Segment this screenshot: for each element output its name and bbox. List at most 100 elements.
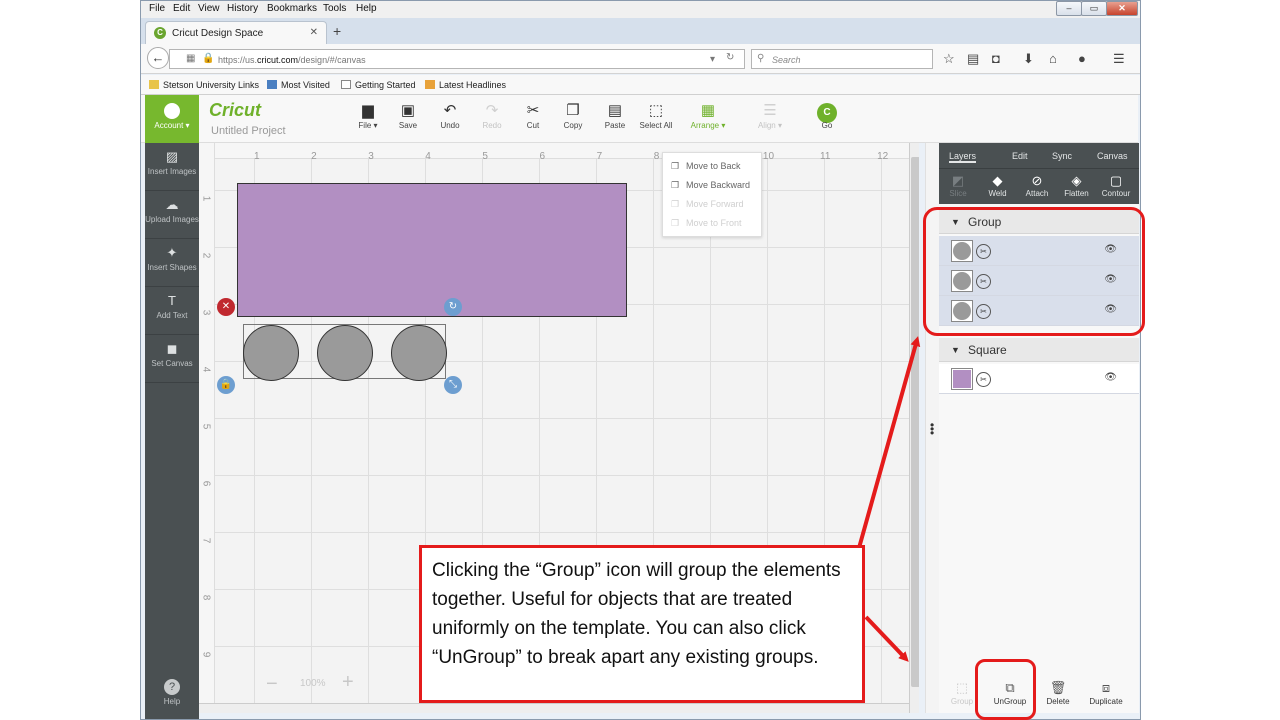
sidebar-item-insert-shapes[interactable]: ✦ Insert Shapes: [145, 239, 199, 287]
circle-shape[interactable]: [317, 325, 373, 381]
home-icon[interactable]: ⌂: [1049, 51, 1057, 66]
redo-button[interactable]: ↷ Redo: [470, 101, 514, 130]
new-tab-icon[interactable]: +: [333, 23, 341, 39]
horizontal-scrollbar[interactable]: [199, 703, 909, 713]
reload-icon[interactable]: ↻: [726, 52, 734, 63]
cut-button[interactable]: ✂ Cut: [511, 101, 555, 130]
image-icon: ▨: [165, 149, 179, 164]
bookmark-item[interactable]: Getting Started: [341, 80, 416, 90]
layer-row[interactable]: ✂ 👁: [939, 364, 1139, 394]
account-button[interactable]: Account ▾: [145, 95, 199, 143]
zoom-out-button[interactable]: −: [266, 673, 278, 696]
sidebar-item-set-canvas[interactable]: ◼ Set Canvas: [145, 335, 199, 383]
toolbar-label: Paste: [604, 121, 626, 130]
bookmark-star-icon[interactable]: ☆: [943, 51, 955, 67]
purple-rectangle-shape[interactable]: [237, 183, 627, 317]
weld-button[interactable]: ◆ Weld: [981, 173, 1015, 198]
weld-icon: ◆: [992, 173, 1003, 188]
bookmark-item[interactable]: Latest Headlines: [425, 80, 506, 90]
tab-edit[interactable]: Edit: [1012, 151, 1028, 161]
menu-file[interactable]: File: [149, 3, 165, 14]
menu-edit[interactable]: Edit: [173, 3, 190, 14]
dropdown-arrow-icon[interactable]: ▾: [710, 54, 715, 65]
scroll-thumb[interactable]: [911, 157, 919, 687]
arrange-button[interactable]: ▦ Arrange ▾: [686, 101, 730, 130]
slice-button[interactable]: ◩ Slice: [941, 173, 975, 198]
menu-help[interactable]: Help: [356, 3, 377, 14]
close-window-button[interactable]: ✕: [1106, 1, 1138, 16]
app-header: Account ▾ Cricut Untitled Project ▆ File …: [141, 95, 1138, 143]
go-button[interactable]: C Go: [805, 101, 849, 130]
layer-order-icon: ❐: [671, 218, 680, 228]
project-title: Untitled Project: [211, 125, 286, 137]
ruler-number: 10: [762, 151, 775, 162]
copy-button[interactable]: ❐ Copy: [551, 101, 595, 130]
layer-group-header[interactable]: ▼ Square: [939, 338, 1139, 362]
sidebar-item-insert-images[interactable]: ▨ Insert Images: [145, 143, 199, 191]
bookmark-item[interactable]: Stetson University Links: [149, 80, 259, 90]
url-bar[interactable]: ▦ 🔒 https://us.cricut.com/design/#/canva…: [169, 49, 745, 69]
save-button[interactable]: ▣ Save: [386, 101, 430, 130]
resize-handle-icon[interactable]: ⤡: [444, 376, 462, 394]
delete-handle-icon[interactable]: ✕: [217, 298, 235, 316]
align-button[interactable]: ☰ Align ▾: [748, 101, 792, 130]
group-highlight-box: [923, 207, 1145, 336]
sidebar-item-upload-images[interactable]: ☁ Upload Images: [145, 191, 199, 239]
zoom-in-button[interactable]: +: [342, 671, 354, 694]
undo-button[interactable]: ↶ Undo: [428, 101, 472, 130]
select-all-button[interactable]: ⬚ Select All: [634, 101, 678, 130]
eye-icon[interactable]: 👁: [1104, 372, 1117, 383]
paste-button[interactable]: ▤ Paste: [593, 101, 637, 130]
back-button[interactable]: ←: [147, 47, 169, 69]
toolbar-label: Redo: [482, 121, 502, 130]
tab-sync[interactable]: Sync: [1052, 151, 1072, 161]
drag-handle-icon[interactable]: • • •: [930, 419, 934, 439]
bookmark-item[interactable]: Most Visited: [267, 80, 330, 90]
close-tab-icon[interactable]: ✕: [310, 27, 318, 38]
menu-item-move-backward[interactable]: ❐ Move Backward: [671, 180, 750, 191]
ruler-number: 2: [311, 151, 317, 162]
menu-item-move-forward[interactable]: ❐ Move Forward: [671, 199, 744, 210]
minimize-button[interactable]: ‒: [1056, 1, 1082, 16]
sidebar-item-add-text[interactable]: T Add Text: [145, 287, 199, 335]
tab-canvas[interactable]: Canvas: [1097, 151, 1128, 161]
lock-handle-icon[interactable]: 🔒: [217, 376, 235, 394]
menu-history[interactable]: History: [227, 3, 258, 14]
help-button[interactable]: ? Help: [145, 673, 199, 719]
sidebar-item-label: Insert Images: [147, 167, 197, 176]
reading-list-icon[interactable]: ▤: [967, 51, 979, 67]
collapse-arrow-icon[interactable]: ▼: [951, 345, 960, 355]
pocket-icon[interactable]: ◘: [992, 51, 1000, 66]
sidebar-item-label: Insert Shapes: [147, 263, 197, 272]
search-input[interactable]: ⚲ Search: [751, 49, 933, 69]
maximize-button[interactable]: ▭: [1081, 1, 1107, 16]
shapes-icon: ✦: [166, 245, 178, 260]
duplicate-button[interactable]: ⧈ Duplicate: [1083, 679, 1129, 706]
circle-shape[interactable]: [243, 325, 299, 381]
circle-shape[interactable]: [391, 325, 447, 381]
menu-hamburger-icon[interactable]: ☰: [1113, 51, 1125, 67]
menu-tools[interactable]: Tools: [323, 3, 346, 14]
menu-bookmarks[interactable]: Bookmarks: [267, 3, 317, 14]
delete-button[interactable]: 🗑 Delete: [1035, 679, 1081, 706]
menu-item-move-to-front[interactable]: ❐ Move to Front: [671, 218, 742, 229]
save-icon: ▣: [400, 102, 416, 119]
ruler-number: 11: [820, 151, 831, 162]
file-button[interactable]: ▆ File ▾: [346, 101, 390, 130]
scissors-icon[interactable]: ✂: [976, 372, 991, 387]
menu-view[interactable]: View: [198, 3, 220, 14]
menu-item-move-to-back[interactable]: ❐ Move to Back: [671, 161, 741, 172]
download-icon[interactable]: ⬇: [1023, 51, 1034, 67]
toolbar-label: Undo: [440, 121, 460, 130]
vertical-scrollbar[interactable]: [909, 143, 919, 713]
chat-icon[interactable]: ●: [1078, 51, 1086, 66]
browser-tab[interactable]: C Cricut Design Space ✕: [145, 21, 327, 45]
tab-layers[interactable]: Layers: [949, 151, 977, 163]
flatten-button[interactable]: ◈ Flatten: [1060, 173, 1094, 198]
trash-icon: 🗑: [1049, 680, 1067, 695]
page-info-icon[interactable]: ▦: [186, 53, 195, 64]
rotate-handle-icon[interactable]: ↻: [444, 298, 462, 316]
contour-button[interactable]: ▢ Contour: [1099, 173, 1133, 198]
attach-button[interactable]: ⊘ Attach: [1020, 173, 1054, 198]
annotation-callout: Clicking the “Group” icon will group the…: [419, 545, 865, 703]
